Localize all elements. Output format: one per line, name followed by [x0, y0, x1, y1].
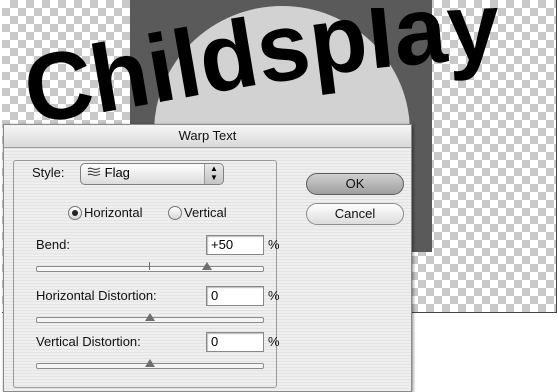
cancel-button[interactable]: Cancel — [306, 203, 404, 225]
horizontal-distortion-label: Horizontal Distortion: — [36, 288, 157, 303]
dialog-title: Warp Text — [4, 125, 411, 148]
style-label: Style: — [32, 165, 65, 180]
vertical-distortion-label: Vertical Distortion: — [36, 334, 141, 349]
vertical-distortion-input[interactable]: 0 — [206, 332, 264, 352]
vertical-radio[interactable] — [168, 206, 182, 220]
updown-arrows-icon: ▲ ▼ — [204, 164, 223, 184]
horizontal-radio-label: Horizontal — [84, 205, 143, 220]
horizontal-distortion-input[interactable]: 0 — [206, 286, 264, 306]
flag-warp-icon — [87, 167, 101, 176]
vertical-radio-label: Vertical — [184, 205, 227, 220]
settings-group — [13, 160, 277, 388]
bend-slider-thumb[interactable] — [201, 262, 212, 270]
style-dropdown[interactable]: Flag ▲ ▼ — [80, 163, 224, 185]
horizontal-radio[interactable] — [68, 206, 82, 220]
horizontal-distortion-slider[interactable] — [36, 313, 264, 323]
horizontal-distortion-unit: % — [268, 288, 280, 303]
slider-center-tick — [149, 262, 150, 270]
ok-button[interactable]: OK — [306, 173, 404, 195]
vertical-distortion-unit: % — [268, 334, 280, 349]
horizontal-distortion-slider-thumb[interactable] — [145, 313, 155, 321]
bend-label: Bend: — [36, 237, 70, 252]
style-value: Flag — [104, 165, 130, 180]
vertical-distortion-slider[interactable] — [36, 359, 264, 369]
bend-slider[interactable] — [36, 262, 264, 272]
warp-text-dialog: Warp Text Style: Flag ▲ ▼ Horizontal Vert… — [3, 124, 412, 392]
bend-input[interactable]: +50 — [206, 235, 264, 255]
bend-unit: % — [268, 237, 280, 252]
vertical-distortion-slider-thumb[interactable] — [145, 359, 155, 367]
